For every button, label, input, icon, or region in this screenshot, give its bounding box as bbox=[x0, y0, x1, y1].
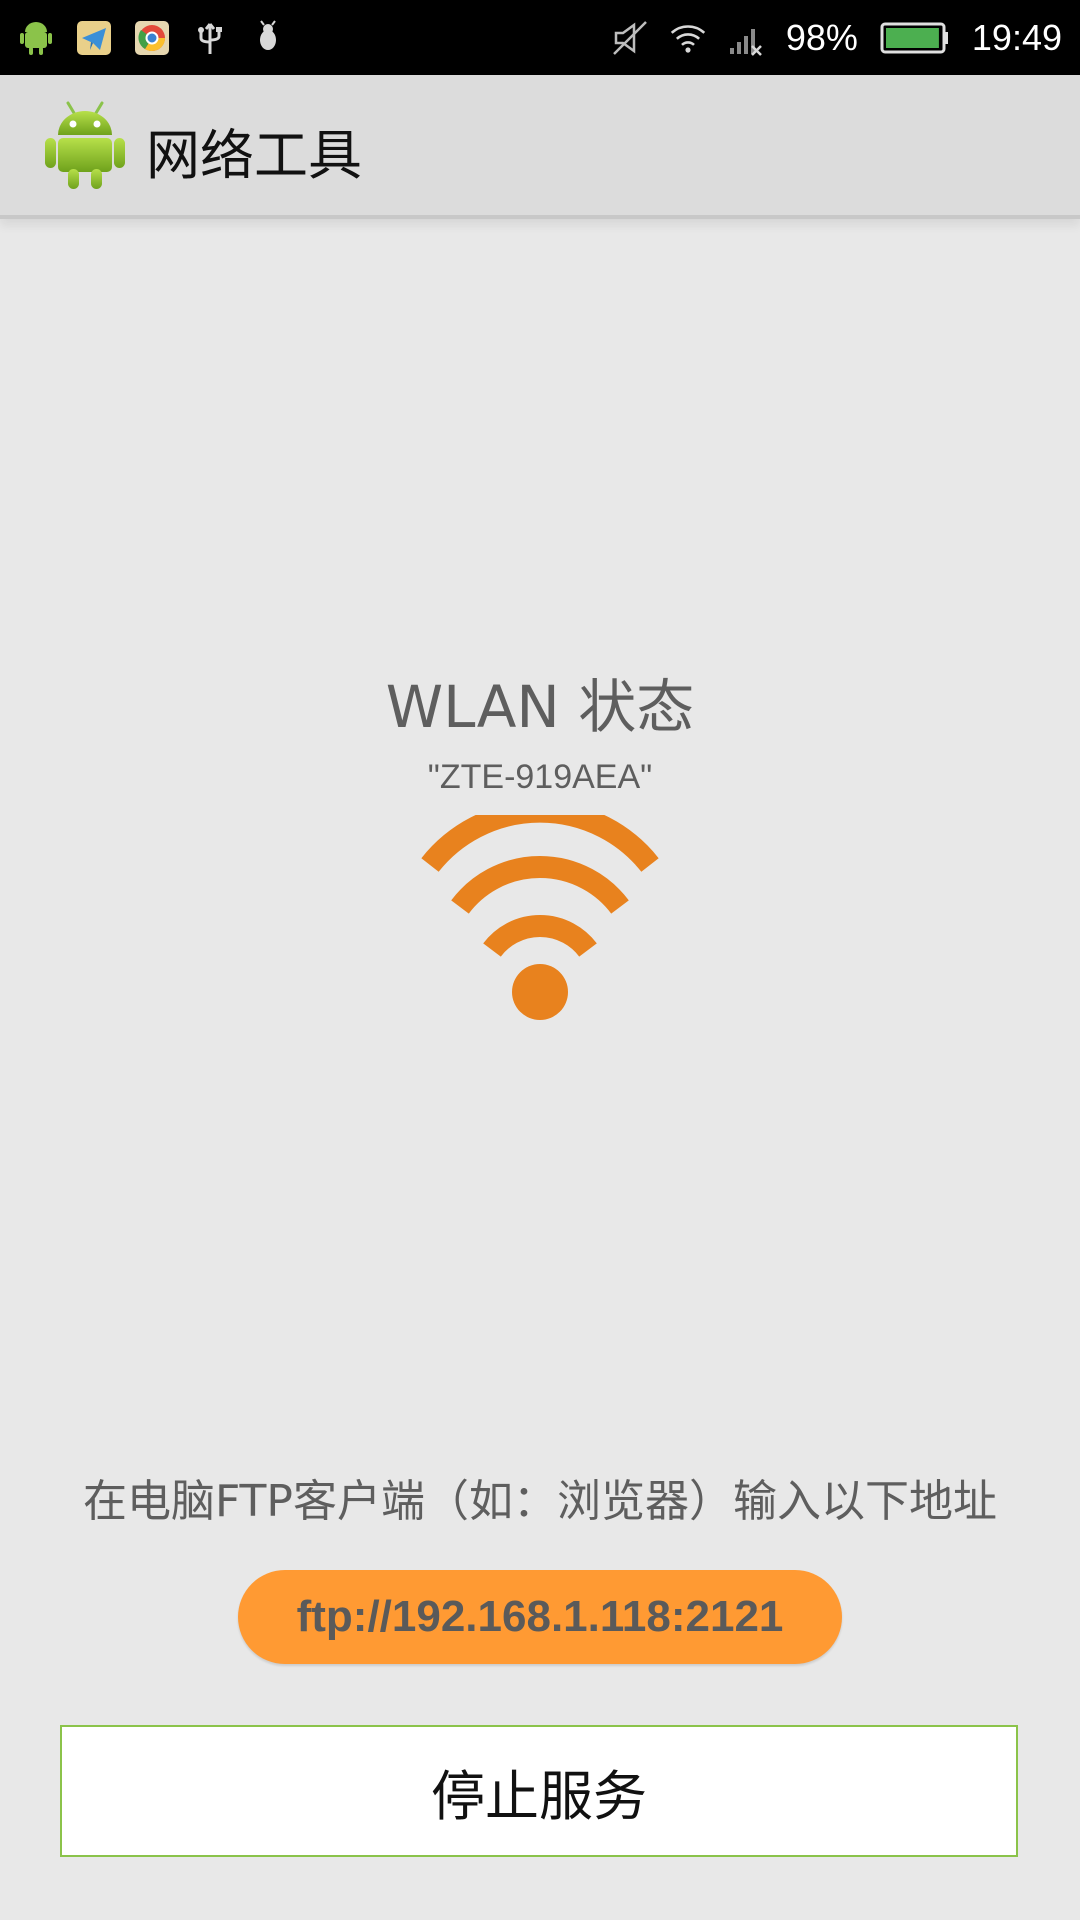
battery-percent: 98% bbox=[785, 17, 858, 58]
app-title: 网络工具 bbox=[146, 124, 362, 187]
ssid-label: "ZTE-919AEA" bbox=[427, 758, 653, 796]
usb-icon bbox=[192, 20, 228, 56]
wifi-signal-icon bbox=[420, 800, 660, 1025]
wifi-icon bbox=[670, 20, 706, 56]
wlan-status-title: WLAN 状态 bbox=[385, 673, 695, 741]
clock: 19:49 bbox=[971, 17, 1062, 58]
stop-service-label: 停止服务 bbox=[431, 1764, 647, 1828]
action-bar: 网络工具 bbox=[0, 75, 1080, 219]
ftp-address-text: ftp://192.168.1.118:2121 bbox=[296, 1592, 784, 1641]
notification-icons bbox=[18, 14, 286, 62]
battery-icon bbox=[880, 20, 950, 56]
mute-icon bbox=[612, 20, 648, 56]
status-bar: 98% 19:49 bbox=[0, 0, 1080, 75]
ftp-instruction-text: 在电脑FTP客户端（如：浏览器）输入以下地址 bbox=[83, 1476, 997, 1527]
android-icon bbox=[18, 20, 54, 56]
system-indicators: 98% 19:49 bbox=[612, 14, 1062, 62]
telegram-icon bbox=[76, 20, 112, 56]
ftp-address-pill[interactable]: ftp://192.168.1.118:2121 bbox=[238, 1570, 842, 1664]
chrome-icon bbox=[134, 20, 170, 56]
android-robot-icon[interactable] bbox=[44, 99, 126, 191]
debug-bug-icon bbox=[250, 20, 286, 56]
stop-service-button[interactable]: 停止服务 bbox=[60, 1725, 1018, 1857]
no-signal-icon bbox=[728, 20, 764, 56]
